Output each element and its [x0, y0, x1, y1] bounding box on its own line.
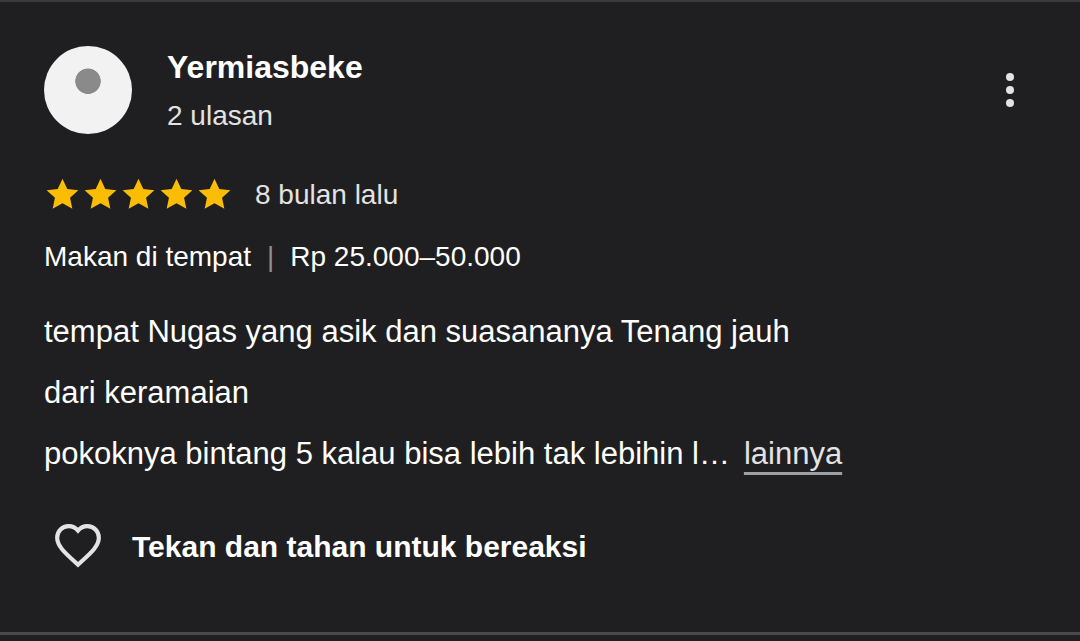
avatar-photo[interactable]	[44, 46, 132, 134]
review-card: Yermiasbeke2 ulasan8 bulan laluMakan di …	[0, 0, 1080, 641]
review-header: Yermiasbeke 2 ulasan	[44, 46, 1036, 134]
review-line: tempat Nugas yang asik dan suasananya Te…	[44, 301, 1036, 362]
heart-icon[interactable]	[50, 522, 106, 572]
meta-separator: |	[267, 237, 274, 277]
star-rating	[44, 176, 233, 213]
reaction-row[interactable]: Tekan dan tahan untuk bereaksi	[44, 522, 1036, 572]
star-icon	[82, 176, 119, 213]
star-icon	[196, 176, 233, 213]
reaction-hint: Tekan dan tahan untuk bereaksi	[132, 527, 587, 567]
meta-item: Makan di tempat	[44, 237, 251, 277]
rating-row: 8 bulan lalu	[44, 176, 1036, 213]
review-count: 2 ulasan	[167, 100, 363, 132]
review-line: pokoknya bintang 5 kalau bisa lebih tak …	[44, 423, 1036, 484]
reviewer-info: Yermiasbeke 2 ulasan	[167, 48, 363, 132]
star-icon	[44, 176, 81, 213]
more-link[interactable]: lainnya	[744, 423, 842, 484]
review-text: tempat Nugas yang asik dan suasananya Te…	[44, 301, 1036, 484]
star-icon	[120, 176, 157, 213]
review-time: 8 bulan lalu	[255, 177, 398, 213]
more-options-icon[interactable]	[1004, 72, 1016, 108]
meta-item: Rp 25.000–50.000	[290, 237, 520, 277]
star-icon	[158, 176, 195, 213]
meta-row: Makan di tempat | Rp 25.000–50.000	[44, 237, 1036, 277]
reviewer-name[interactable]: Yermiasbeke	[167, 48, 363, 86]
review-line: dari keramaian	[44, 362, 1036, 423]
